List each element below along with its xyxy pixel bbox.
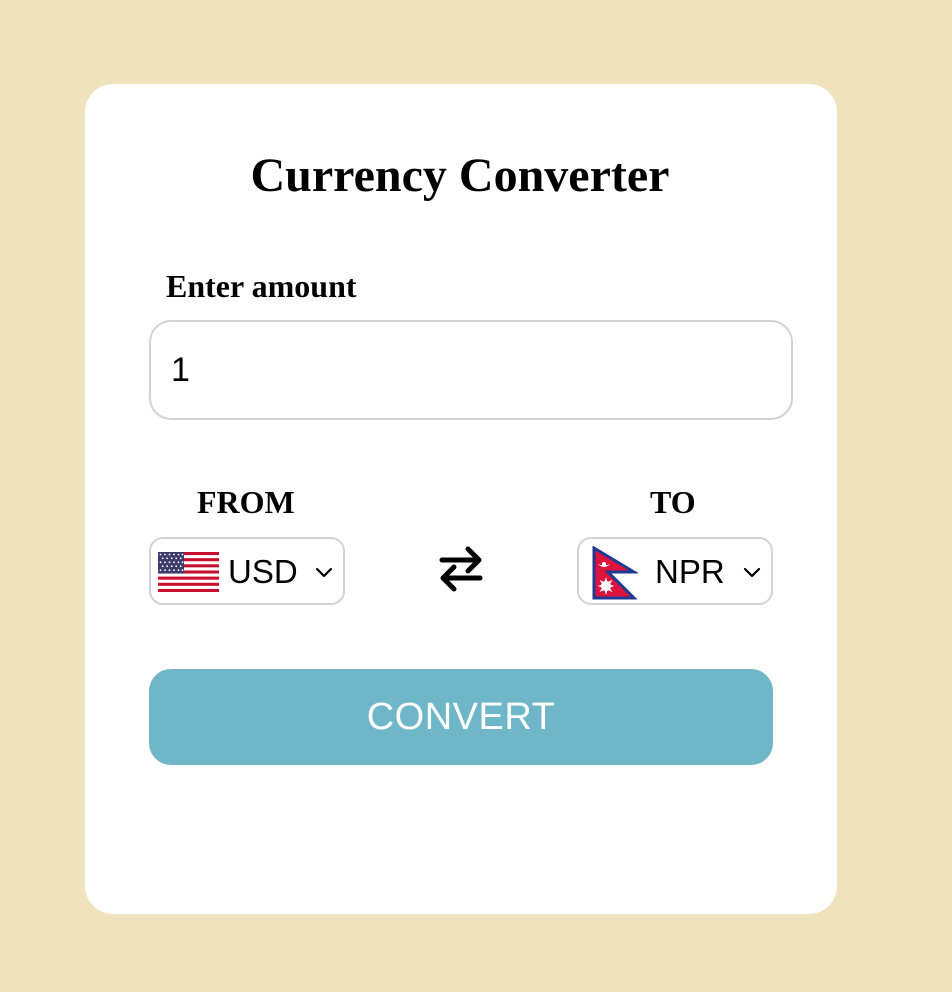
from-currency-code: USD <box>228 553 298 590</box>
amount-label: Enter amount <box>166 268 357 304</box>
page-title: Currency Converter <box>250 149 670 202</box>
convert-button[interactable]: CONVERT <box>149 669 773 765</box>
chevron-down-icon <box>743 565 761 583</box>
from-currency-select[interactable]: USD <box>149 537 345 605</box>
us-flag-icon <box>158 552 219 597</box>
chevron-down-icon <box>315 565 333 583</box>
swap-arrows-icon[interactable] <box>438 545 484 598</box>
amount-input[interactable] <box>149 320 793 420</box>
to-currency-code: NPR <box>655 553 725 590</box>
to-label: TO <box>650 484 696 520</box>
from-label: FROM <box>197 484 295 520</box>
to-currency-select[interactable]: NPR <box>577 537 773 605</box>
nepal-flag-icon <box>592 545 640 605</box>
